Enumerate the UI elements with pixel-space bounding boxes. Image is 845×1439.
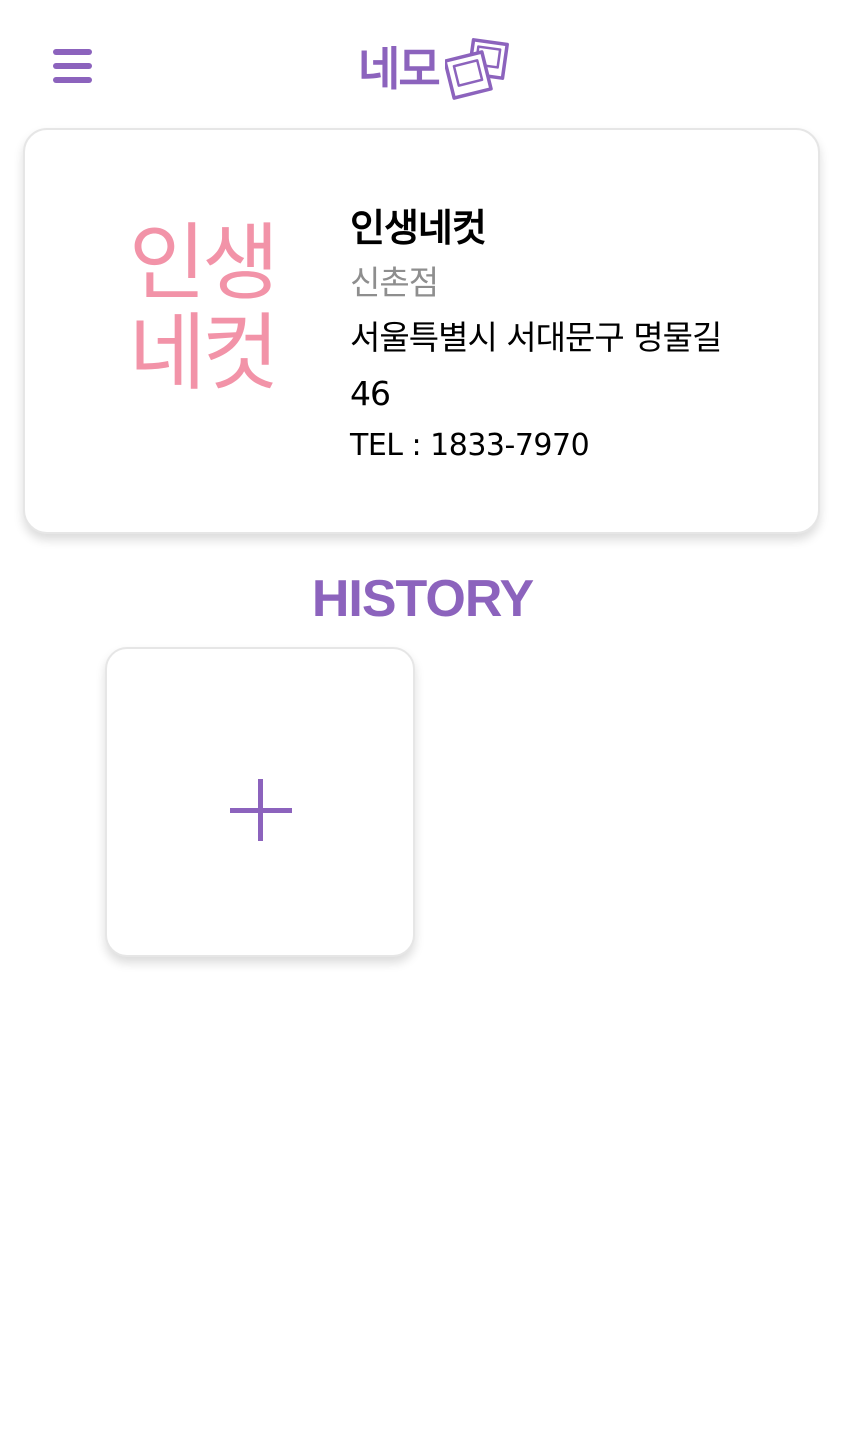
hamburger-menu-icon-bar [53,77,92,83]
brand-logo: 인생 네컷 [129,214,280,398]
header: 네모 [0,0,845,125]
add-history-button[interactable] [105,647,415,957]
hamburger-menu-icon-bar [53,63,92,69]
photo-frames-icon [444,38,509,100]
app-logo[interactable]: 네모 [358,36,511,102]
brand-logo-line-1: 인생 [129,214,276,312]
app-screen: 네모 인생 네컷 인생네컷 신촌점 서울특별시 서대문구 명물길 46 TEL … [0,0,845,1439]
plus-icon [230,779,292,841]
store-address: 서울특별시 서대문구 명물길 46 [350,318,722,413]
store-card[interactable]: 인생 네컷 인생네컷 신촌점 서울특별시 서대문구 명물길 46 TEL : 1… [23,128,820,534]
history-title: HISTORY [311,570,534,628]
app-logo-text: 네모 [358,42,441,96]
store-tel[interactable]: TEL : 1833-7970 [350,422,790,470]
hamburger-menu-icon [53,49,92,55]
store-info: 인생네컷 신촌점 서울특별시 서대문구 명물길 46 TEL : 1833-79… [350,200,790,470]
store-branch: 신촌점 [350,263,439,302]
store-name: 인생네컷 [350,206,487,250]
menu-button[interactable] [50,44,96,88]
brand-logo-line-2: 네컷 [129,304,276,398]
